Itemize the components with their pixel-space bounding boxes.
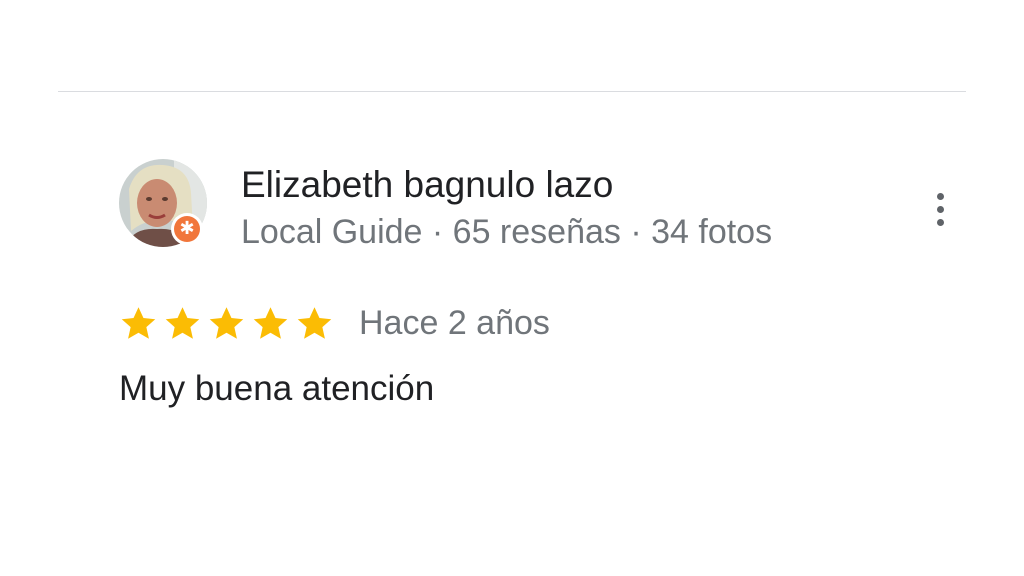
star-icon [121,306,156,339]
author-meta: Local Guide · 65 reseñas · 34 fotos [241,213,773,251]
more-vert-icon-dot [936,218,944,226]
review-time: Hace 2 años [359,303,550,342]
more-vert-icon [936,192,944,200]
star-rating [118,303,335,344]
author-name[interactable]: Elizabeth bagnulo lazo [241,163,613,207]
more-options-button[interactable] [920,186,960,232]
author-avatar[interactable]: ✱ [119,159,207,247]
star-icon [297,306,332,339]
star-icon [165,306,200,339]
more-vert-icon-dot [936,205,944,213]
star-icon [209,306,244,339]
review-card: ✱ Elizabeth bagnulo lazo Local Guide · 6… [0,0,1024,576]
review-text: Muy buena atención [119,369,435,408]
star-icon [253,306,288,339]
local-guide-badge-icon: ✱ [171,213,203,245]
rating-row: Hace 2 años [118,300,550,346]
